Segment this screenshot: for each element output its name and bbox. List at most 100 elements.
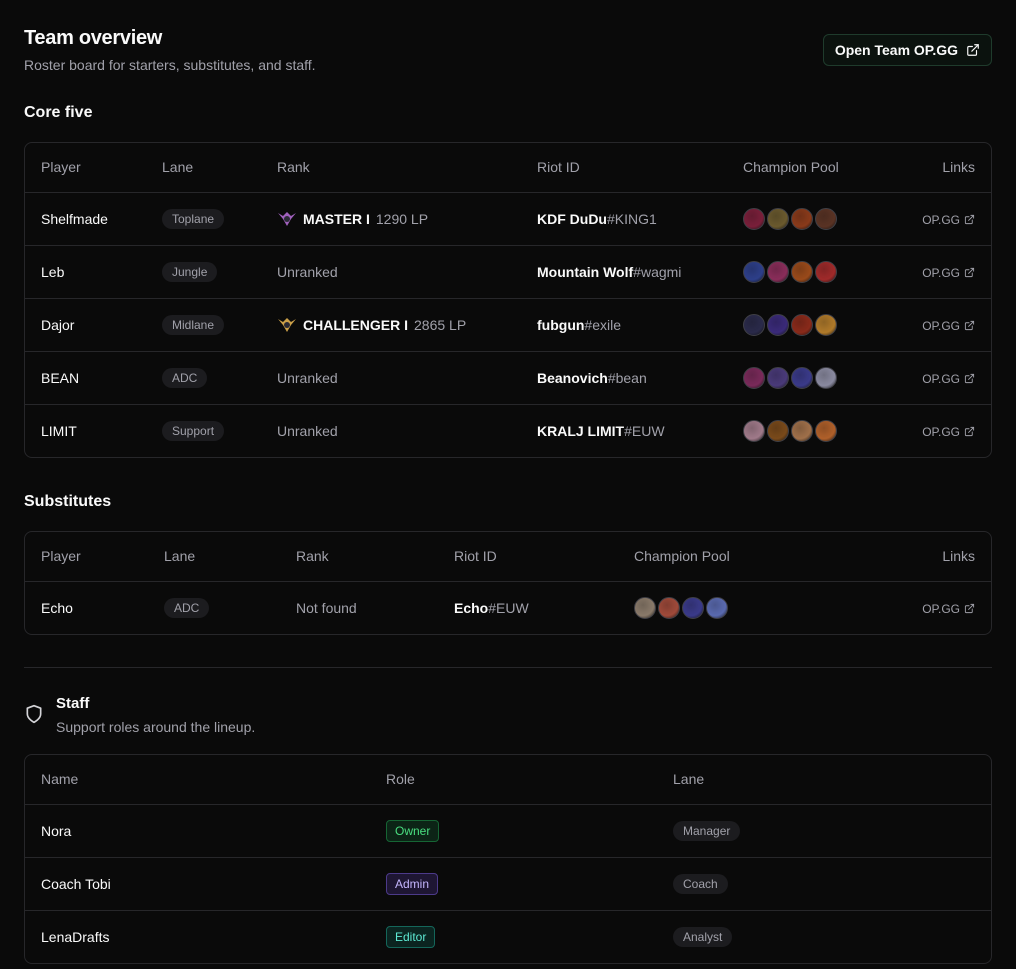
links-cell: OP.GG [877, 404, 991, 457]
staff-header: Staff Support roles around the lineup. [24, 694, 992, 736]
role-badge: Owner [386, 819, 440, 842]
riot-name: Beanovich [537, 369, 608, 386]
lane-cell: Midlane [146, 298, 261, 352]
champion-icon [791, 366, 813, 389]
column-header: Riot ID [438, 532, 618, 582]
column-header: Links [818, 532, 991, 582]
lane-badge: Support [162, 420, 225, 441]
player-name: LIMIT [41, 422, 77, 439]
champion-icon [791, 419, 813, 442]
table-row: LenaDrafts Editor Analyst [25, 910, 991, 963]
role-badge: Editor [386, 925, 436, 948]
lane-cell: ADC [146, 351, 261, 405]
rank-cell: CHALLENGER I 2865 LP [261, 298, 521, 352]
role-cell: Owner [370, 804, 657, 858]
rank-lp: 2865 LP [414, 316, 467, 333]
opgg-link[interactable]: OP.GG [922, 372, 975, 386]
champion-icon [791, 313, 813, 336]
role-cell: Admin [370, 857, 657, 911]
lane-cell: Analyst [657, 910, 991, 963]
riot-id-cell: KRALJ LIMIT#EUW [521, 404, 727, 457]
opgg-link[interactable]: OP.GG [922, 425, 975, 439]
champion-icon [743, 207, 765, 230]
staff-name: LenaDrafts [41, 928, 110, 945]
champion-icon [815, 313, 837, 336]
champion-pool-cell [727, 351, 877, 405]
player-name: Echo [41, 599, 73, 616]
champion-icon [743, 260, 765, 283]
opgg-link[interactable]: OP.GG [922, 266, 975, 280]
riot-id-cell: Mountain Wolf#wagmi [521, 245, 727, 299]
external-link-icon [964, 373, 975, 384]
opgg-link-label: OP.GG [922, 318, 960, 333]
champion-pool-cell [727, 245, 877, 299]
links-cell: OP.GG [877, 192, 991, 246]
lane-badge: Manager [673, 820, 741, 841]
player-name: BEAN [25, 351, 146, 405]
riot-tag: #KING1 [607, 210, 657, 227]
links-cell: OP.GG [818, 581, 991, 634]
champion-pool-cell [727, 404, 877, 457]
champion-pool-cell [727, 192, 877, 246]
champion-icon [791, 207, 813, 230]
rank-unranked: Unranked [277, 369, 338, 386]
column-header: Player [25, 532, 148, 582]
riot-tag: #EUW [488, 599, 529, 616]
champion-icon [767, 260, 789, 283]
column-header: Lane [148, 532, 280, 582]
opgg-link[interactable]: OP.GG [922, 319, 975, 333]
champion-icon [767, 313, 789, 336]
column-header: Champion Pool [727, 143, 877, 193]
substitutes-table: Player Lane Rank Riot ID Champion Pool Links … [24, 531, 992, 635]
rank-unranked: Unranked [277, 422, 338, 439]
champion-pool [743, 419, 861, 442]
open-team-opgg-button[interactable]: Open Team OP.GG [822, 34, 992, 66]
shield-icon [26, 704, 42, 724]
lane-badge: Midlane [162, 314, 225, 335]
external-link-icon [964, 604, 975, 614]
champion-icon [815, 260, 837, 283]
champion-icon [791, 260, 813, 283]
open-team-opgg-label: Open Team OP.GG [834, 42, 958, 58]
staff-subtitle: Support roles around the lineup. [56, 719, 256, 735]
riot-tag: #exile [584, 316, 622, 333]
lane-badge: Coach [673, 873, 728, 894]
links-cell: OP.GG [877, 351, 991, 405]
riot-name: fubgun [537, 316, 585, 333]
rank: CHALLENGER I 2865 LP [277, 316, 505, 334]
champion-icon [815, 366, 837, 389]
column-header: Role [370, 755, 657, 805]
riot-name: KRALJ LIMIT [537, 422, 625, 439]
riot-tag: #wagmi [633, 263, 682, 280]
riot-id-cell: KDF DuDu#KING1 [521, 192, 727, 246]
external-link-icon [964, 427, 975, 437]
links-cell: OP.GG [877, 245, 991, 299]
table-row: Coach Tobi Admin Coach [25, 857, 991, 911]
lane-cell: Manager [657, 804, 991, 858]
riot-id-cell: Echo#EUW [438, 581, 618, 634]
opgg-link[interactable]: OP.GG [922, 602, 975, 616]
table-row: LIMIT Support Unranked KRALJ LIMIT#EUW OP.GG [25, 404, 991, 457]
champion-pool-cell [727, 298, 877, 352]
champion-icon [634, 596, 656, 619]
lane-badge: ADC [162, 367, 208, 388]
lane-cell: ADC [148, 581, 280, 634]
champion-icon [815, 207, 837, 230]
rank-unranked: Unranked [277, 263, 338, 280]
opgg-link[interactable]: OP.GG [922, 213, 975, 227]
opgg-link-label: OP.GG [922, 424, 960, 439]
external-link-icon [967, 44, 979, 56]
player-name: Dajor [25, 298, 146, 352]
champion-icon [682, 596, 704, 619]
staff-title: Staff [56, 695, 90, 712]
riot-id-cell: fubgun#exile [521, 298, 727, 352]
champion-pool [743, 207, 861, 230]
riot-tag: #bean [607, 369, 647, 386]
column-header: Rank [280, 532, 438, 582]
champion-icon [767, 207, 789, 230]
table-row: Dajor Midlane CHALLENGER I 2865 LP fubgun#ex… [25, 298, 991, 352]
riot-name: Mountain Wolf [537, 263, 634, 280]
rank-cell: Not found [296, 599, 357, 616]
column-header: Lane [657, 755, 991, 805]
player-name: Leb [25, 245, 146, 299]
